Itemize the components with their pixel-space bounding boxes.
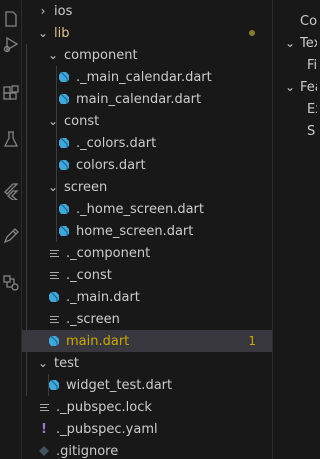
chevron-down-icon[interactable]: ⌄ (46, 44, 60, 66)
tree-folder[interactable]: ⌄ component (22, 44, 272, 66)
outline-item[interactable]: Fi (307, 54, 317, 76)
file-lines-icon (46, 242, 62, 264)
problem-count-badge: 1 (248, 334, 256, 348)
chevron-down-icon[interactable]: ⌄ (46, 110, 60, 132)
yaml-file-icon: ! (41, 421, 47, 437)
tree-item-label: ._home_screen.dart (76, 201, 204, 217)
tree-item-label: home_screen.dart (76, 223, 194, 239)
dart-file-icon (56, 154, 72, 176)
tree-file[interactable]: main_calendar.dart (22, 88, 272, 110)
outline-item[interactable]: Fea (300, 76, 317, 98)
tree-item-label: ._main.dart (66, 289, 140, 305)
file-lines-icon (46, 264, 62, 286)
dart-file-icon (46, 374, 62, 396)
tree-file[interactable]: ._const (22, 264, 272, 286)
tree-file[interactable]: ._main.dart (22, 286, 272, 308)
tree-file[interactable]: ._component (22, 242, 272, 264)
tree-item-label: ._component (66, 245, 151, 261)
tree-file[interactable]: colors.dart (22, 154, 272, 176)
tree-item-label: ._const (66, 267, 112, 283)
chevron-down-icon[interactable]: ⌄ (46, 176, 60, 198)
pencil-icon[interactable] (1, 225, 21, 247)
tree-folder[interactable]: ⌄ lib (22, 22, 272, 44)
tree-file[interactable]: widget_test.dart (22, 374, 272, 396)
tree-file[interactable]: ._colors.dart (22, 132, 272, 154)
tree-item-label: colors.dart (76, 157, 146, 173)
tree-item-label: main_calendar.dart (76, 91, 202, 107)
outline-panel: Co⌄TexFi⌄FeaExS (272, 0, 317, 459)
tree-file[interactable]: home_screen.dart (22, 220, 272, 242)
tree-item-label: component (64, 47, 138, 63)
chevron-down-icon[interactable]: ⌄ (36, 22, 50, 44)
testing-icon[interactable] (1, 128, 21, 150)
outline-item[interactable]: Ex (307, 98, 317, 120)
extensions-icon[interactable] (1, 83, 21, 105)
tree-folder[interactable]: ⌄ screen (22, 176, 272, 198)
tree-folder[interactable]: ⌄ test (22, 352, 272, 374)
outline-item[interactable]: Co (300, 10, 317, 32)
explorer-tree: › ios ⌄ lib ⌄ component ._main_calendar.dart ma… (22, 0, 272, 459)
explorer-icon[interactable] (1, 8, 21, 30)
tree-folder[interactable]: › ios (22, 0, 272, 22)
chevron-down-icon[interactable]: ⌄ (36, 352, 50, 374)
tree-folder[interactable]: ⌄ const (22, 110, 272, 132)
dart-file-icon (56, 88, 72, 110)
tree-file[interactable]: ! ._pubspec.yaml (22, 418, 272, 440)
tree-item-label: .gitignore (56, 443, 119, 459)
activity-bar (0, 0, 22, 459)
dart-file-icon (56, 66, 72, 88)
tree-item-label: ._screen (66, 311, 120, 327)
tree-item-label: ._pubspec.yaml (56, 421, 158, 437)
dart-file-icon (56, 198, 72, 220)
tree-item-label: ._main_calendar.dart (76, 69, 212, 85)
dart-file-icon (56, 220, 72, 242)
modified-dot (249, 30, 255, 36)
chevron-down-icon[interactable]: ⌄ (285, 76, 295, 98)
outline-item[interactable]: Tex (300, 32, 317, 54)
dart-file-icon (56, 132, 72, 154)
git-file-icon (36, 440, 52, 459)
tree-item-label: const (64, 113, 100, 129)
dart-file-icon (46, 286, 62, 308)
file-lines-icon (36, 396, 52, 418)
tree-file[interactable]: ._pubspec.lock (22, 396, 272, 418)
file-lines-icon (46, 308, 62, 330)
tree-file[interactable]: ._home_screen.dart (22, 198, 272, 220)
remote-explorer-icon[interactable] (1, 272, 21, 294)
tree-item-label: ._pubspec.lock (56, 399, 152, 415)
tree-item-label: screen (64, 179, 108, 195)
flutter-icon[interactable] (1, 180, 21, 202)
tree-file[interactable]: ._screen (22, 308, 272, 330)
tree-item-label: ios (54, 3, 73, 19)
tree-item-label: widget_test.dart (66, 377, 173, 393)
chevron-right-icon[interactable]: › (36, 0, 50, 22)
tree-item-label: test (54, 355, 79, 371)
tree-item-label: ._colors.dart (76, 135, 157, 151)
run-debug-icon[interactable] (1, 33, 21, 55)
tree-file[interactable]: main.dart 1 (22, 330, 272, 352)
dart-file-icon (46, 330, 62, 352)
tree-item-label: main.dart (66, 333, 130, 349)
outline-item[interactable]: S (307, 120, 315, 142)
vscode-window: › ios ⌄ lib ⌄ component ._main_calendar.dart ma… (0, 0, 317, 459)
tree-file[interactable]: ._main_calendar.dart (22, 66, 272, 88)
tree-item-label: lib (54, 25, 70, 41)
chevron-down-icon[interactable]: ⌄ (285, 32, 295, 54)
tree-file[interactable]: .gitignore (22, 440, 272, 459)
